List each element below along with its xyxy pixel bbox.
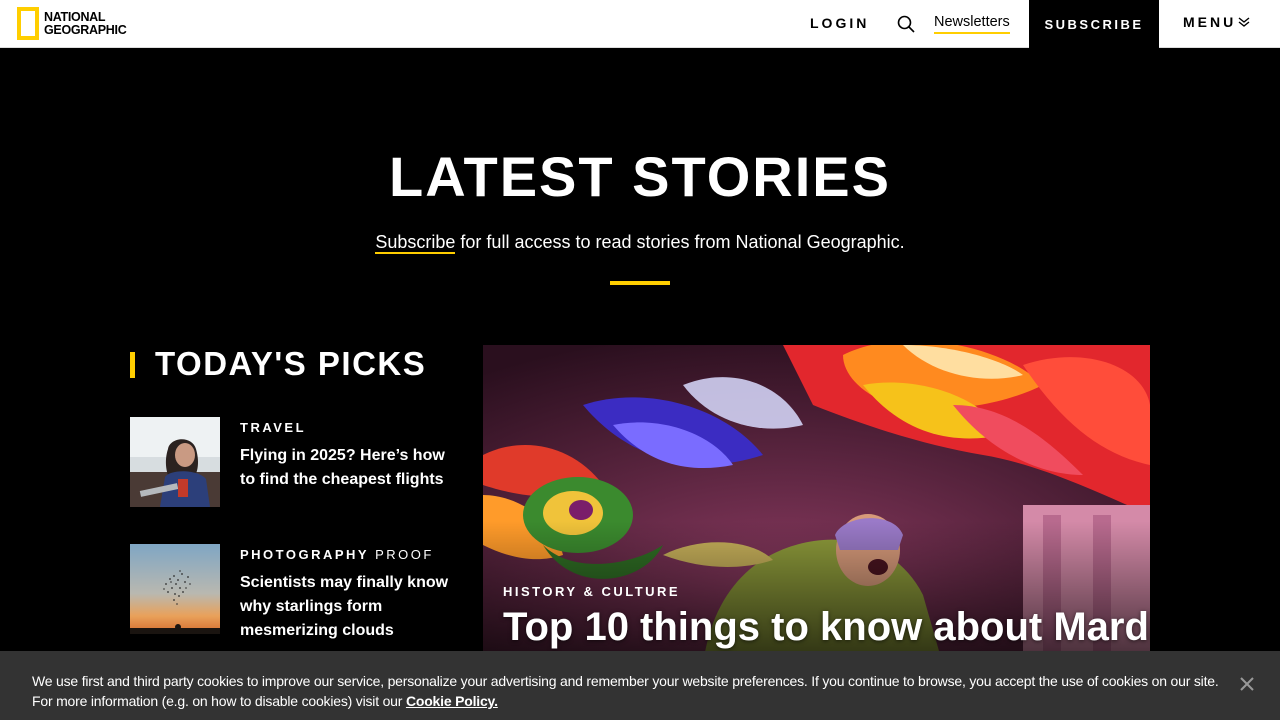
featured-story-headline[interactable]: Top 10 things to know about Mardi [503, 605, 1150, 650]
chevron-down-icon [1238, 17, 1250, 27]
pick-thumbnail[interactable] [130, 417, 220, 507]
subscribe-link[interactable]: Subscribe [375, 232, 456, 254]
featured-story[interactable]: HISTORY & CULTURE Top 10 things to know … [483, 345, 1150, 665]
logo-wordmark: NATIONAL GEOGRAPHIC [44, 9, 127, 37]
cookie-message: We use first and third party cookies to … [32, 673, 1219, 709]
page-title: LATEST STORIES [389, 145, 891, 208]
subscribe-button[interactable]: SUBSCRIBE [1029, 0, 1159, 48]
pick-category-label: TRAVEL [240, 420, 307, 435]
close-icon[interactable] [1238, 675, 1256, 693]
section-title: TODAY'S PICKS [155, 345, 427, 382]
login-link[interactable]: LOGIN [810, 15, 869, 31]
pick-headline[interactable]: Scientists may finally know why starling… [240, 571, 450, 643]
pick-card[interactable]: PHOTOGRAPHY PROOF Scientists may finally … [130, 544, 460, 651]
hero-subtitle: Subscribe for full access to read storie… [0, 232, 1280, 254]
pick-thumbnail[interactable] [130, 544, 220, 634]
pick-category-series: PROOF [375, 547, 434, 562]
pick-headline[interactable]: Flying in 2025? Here’s how to find the c… [240, 444, 450, 492]
section-accent-bar [130, 352, 135, 378]
pick-category-label: PHOTOGRAPHY [240, 547, 370, 562]
menu-button[interactable]: MENU [1183, 14, 1250, 30]
featured-story-category: HISTORY & CULTURE [503, 584, 681, 599]
accent-divider [610, 281, 670, 285]
cookie-policy-link[interactable]: Cookie Policy. [406, 693, 498, 709]
newsletters-link[interactable]: Newsletters [934, 14, 1010, 34]
search-icon[interactable] [897, 15, 915, 33]
pick-category: PHOTOGRAPHY PROOF [240, 547, 434, 562]
logo-line-2: GEOGRAPHIC [44, 22, 127, 37]
hero-subtitle-text: for full access to read stories from Nat… [455, 232, 905, 252]
menu-label: MENU [1183, 14, 1237, 30]
cookie-banner-text: We use first and third party cookies to … [32, 671, 1222, 711]
site-header: NATIONAL GEOGRAPHIC LOGIN Newsletters SU… [0, 0, 1280, 48]
pick-card[interactable]: TRAVEL Flying in 2025? Here’s how to fin… [130, 417, 460, 517]
logo-yellow-border-icon [17, 7, 39, 40]
pick-category: TRAVEL [240, 420, 306, 435]
cookie-banner: We use first and third party cookies to … [0, 651, 1280, 720]
logo-line-1: NATIONAL [44, 9, 106, 24]
natgeo-logo[interactable]: NATIONAL GEOGRAPHIC [17, 7, 127, 40]
page: NATIONAL GEOGRAPHIC LOGIN Newsletters SU… [0, 0, 1280, 720]
